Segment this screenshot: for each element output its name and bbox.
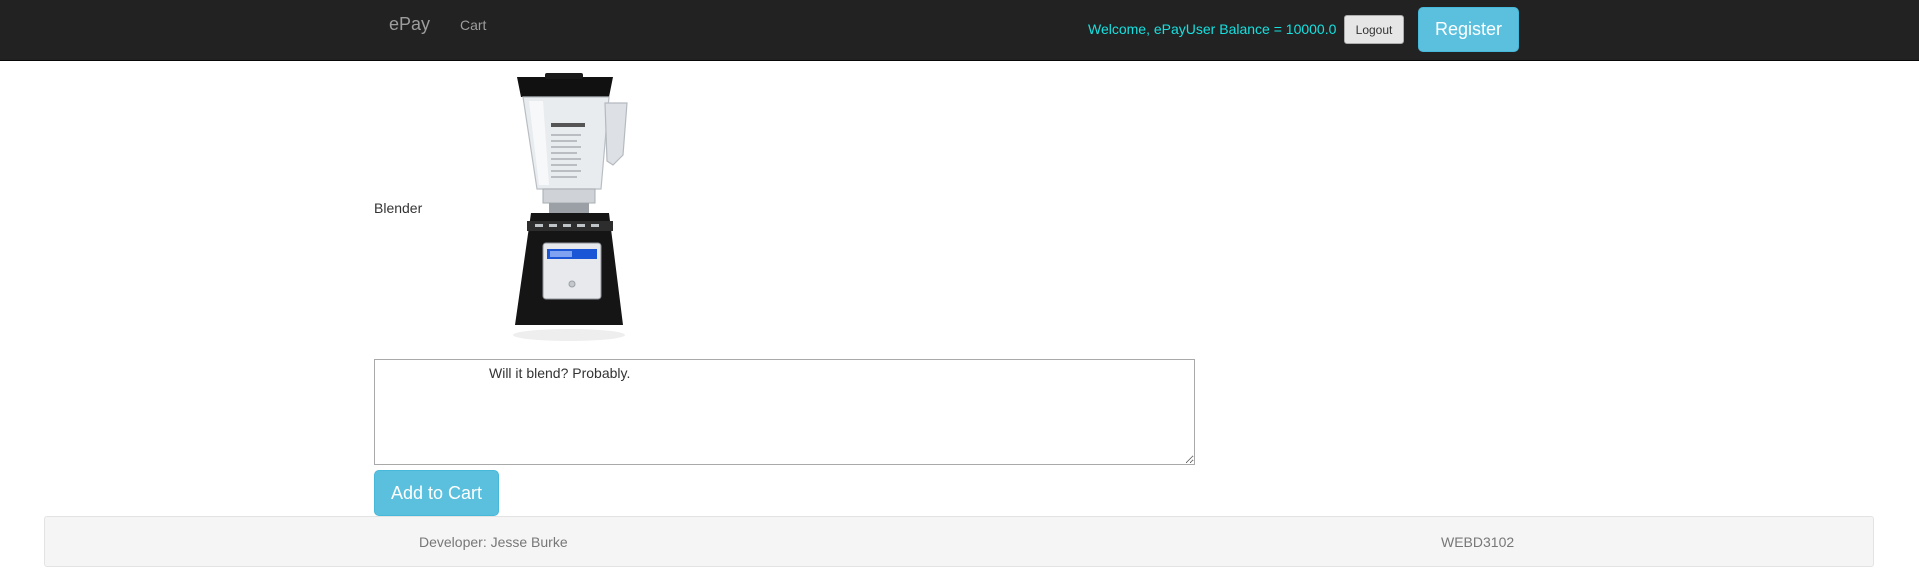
add-to-cart-button[interactable]: Add to Cart [374, 470, 499, 516]
product-name: Blender [374, 200, 423, 216]
register-button[interactable]: Register [1418, 7, 1519, 52]
footer: Developer: Jesse Burke WEBD3102 [44, 516, 1874, 567]
nav-link-cart[interactable]: Cart [460, 17, 486, 33]
footer-developer: Developer: Jesse Burke [419, 534, 568, 550]
welcome-balance-text: Welcome, ePayUser Balance = 10000.0 [1088, 21, 1337, 37]
top-navbar: ePay Cart Welcome, ePayUser Balance = 10… [0, 0, 1919, 61]
footer-course-code: WEBD3102 [1441, 534, 1515, 550]
logout-button[interactable]: Logout [1344, 15, 1404, 44]
blender-product-image [513, 73, 628, 341]
product-description[interactable]: Will it blend? Probably. [374, 359, 1195, 465]
brand-link[interactable]: ePay [389, 14, 430, 35]
